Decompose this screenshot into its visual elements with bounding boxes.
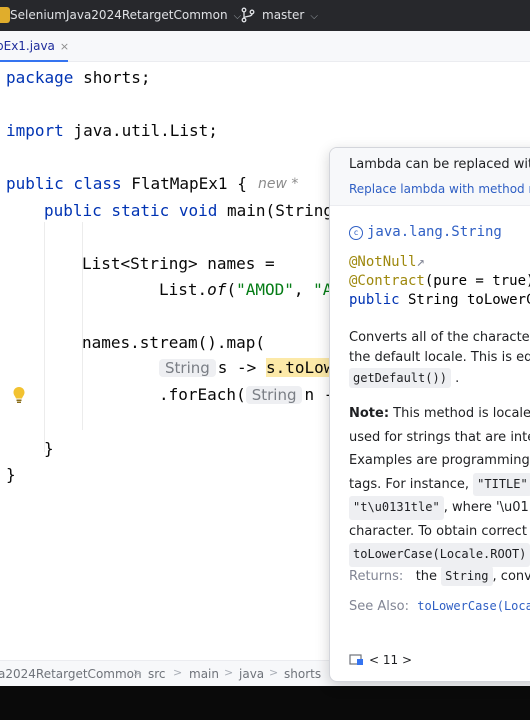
highlighted-call: s.toLow	[265, 358, 334, 377]
inspection-message: Lambda can be replaced with m	[349, 157, 530, 172]
parameter-type-hint: String	[245, 386, 303, 404]
project-name: SeleniumJava2024RetargetCommon	[10, 8, 228, 22]
doc-description: Converts all of the characters the defau…	[349, 330, 530, 388]
inspection-header: Lambda can be replaced with m Replace la…	[330, 148, 530, 206]
method-signature: @NotNull↗ @Contract(pure = true) public …	[349, 254, 530, 308]
chevron-down-icon: ⌵	[310, 11, 318, 22]
chevron-right-icon: >	[173, 666, 183, 679]
class-icon: c	[349, 226, 363, 240]
code-line-8: List<String> names =	[82, 254, 275, 273]
title-bar: SeleniumJava2024RetargetCommon ⌵ master ⌵	[0, 0, 530, 31]
breadcrumb-item-shorts[interactable]: shorts	[284, 667, 321, 681]
branch-selector[interactable]: master ⌵	[262, 8, 318, 22]
bottom-bar	[0, 686, 530, 720]
doc-footer: < 11 >	[349, 652, 412, 667]
code-line-9: List.of("AMOD", "A	[159, 280, 333, 299]
editor-tab-bar: pEx1.java ×	[0, 31, 530, 62]
doc-note: Note: This method is locale s used for s…	[349, 402, 530, 567]
git-branch-icon	[241, 7, 255, 23]
breadcrumb-item-project[interactable]: a2024RetargetCommon	[0, 667, 142, 681]
code-line-3: import java.util.List;	[6, 121, 218, 140]
indent-guide	[44, 222, 45, 452]
project-selector[interactable]: SeleniumJava2024RetargetCommon ⌵	[10, 8, 241, 22]
chevron-right-icon: >	[224, 666, 234, 679]
tab-label: pEx1.java	[0, 39, 55, 53]
tab-flatmapex1[interactable]: pEx1.java ×	[0, 31, 68, 62]
jdk-version[interactable]: < 11 >	[369, 653, 412, 667]
doc-see-also: See Also: toLowerCase(Loca	[349, 596, 530, 617]
lightbulb-icon[interactable]	[12, 386, 26, 404]
code-line-11: names.stream().map(	[82, 333, 266, 352]
close-icon[interactable]: ×	[60, 40, 68, 53]
chevron-right-icon: >	[269, 666, 279, 679]
replace-lambda-action[interactable]: Replace lambda with method ref	[349, 182, 530, 196]
vcs-new-hint: new *	[258, 176, 299, 192]
code-line-15: }	[44, 439, 54, 458]
quick-documentation-popup: Lambda can be replaced with m Replace la…	[329, 147, 530, 682]
code-line-13: .forEach(String n -	[159, 385, 334, 404]
chevron-right-icon: >	[133, 666, 143, 679]
code-line-12: String s -> s.toLow	[159, 358, 334, 377]
code-line-16: }	[6, 465, 16, 484]
code-line-1: package shorts;	[6, 68, 151, 87]
parameter-type-hint: String	[159, 359, 216, 377]
library-icon	[349, 654, 363, 665]
doc-returns: Returns: the String, conve	[349, 566, 530, 587]
breadcrumb-item-main[interactable]: main	[189, 667, 219, 681]
breadcrumb-item-java[interactable]: java	[239, 667, 264, 681]
see-also-link[interactable]: toLowerCase(Loca	[417, 599, 530, 613]
external-link-icon: ↗	[416, 254, 425, 270]
code-line-5: public class FlatMapEx1 {	[6, 174, 247, 193]
project-icon	[0, 7, 10, 23]
package-link[interactable]: c java.lang.String	[349, 224, 502, 240]
branch-name: master	[262, 8, 305, 22]
breadcrumb-item-src[interactable]: src	[148, 667, 166, 681]
code-line-6: public static void main(String	[44, 201, 333, 220]
